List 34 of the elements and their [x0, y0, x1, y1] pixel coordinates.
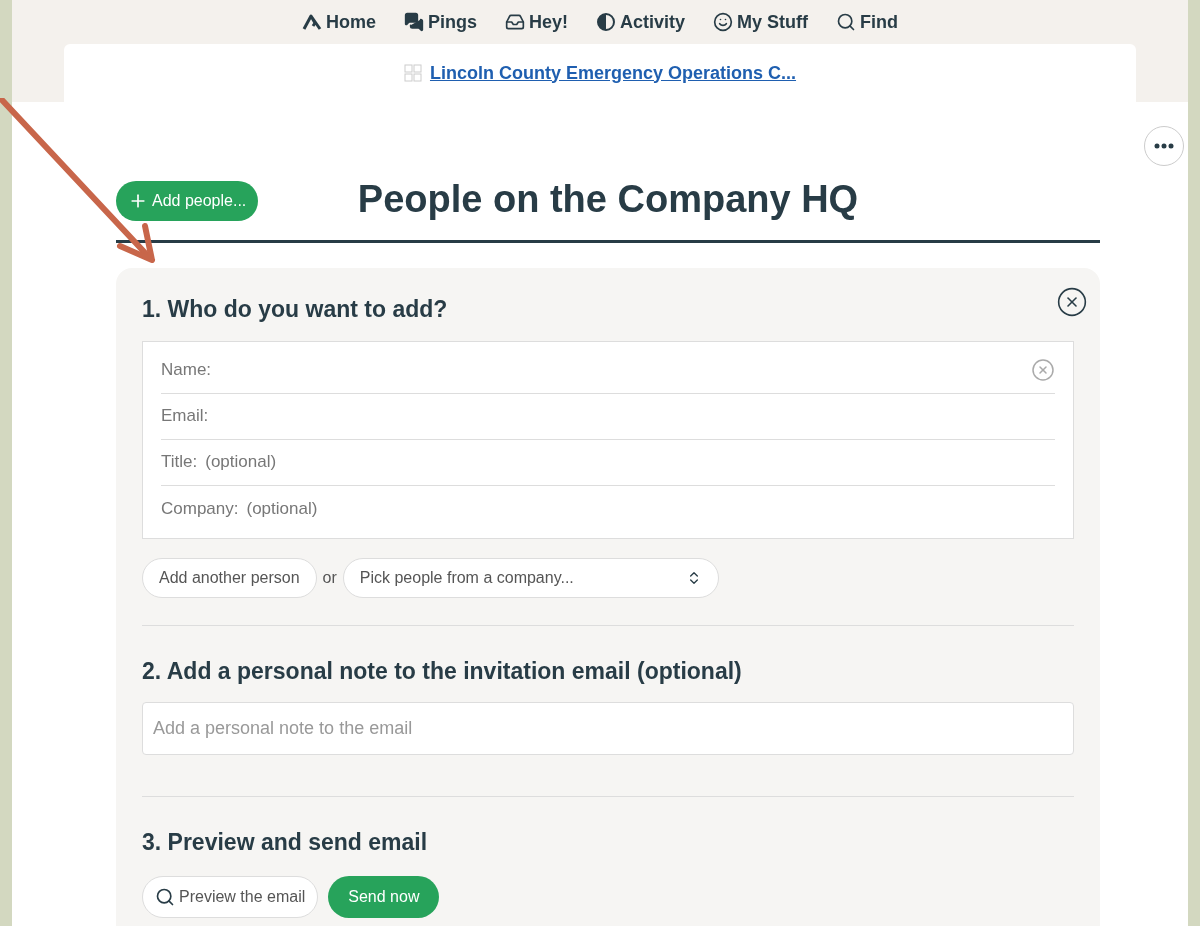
breadcrumb-link[interactable]: Lincoln County Emergency Operations C...	[429, 59, 797, 87]
section-heading: 3. Preview and send email	[142, 828, 429, 857]
close-icon	[1056, 286, 1088, 318]
inbox-icon	[505, 12, 525, 32]
more-button[interactable]	[1144, 126, 1184, 166]
input-field[interactable]: (optional)	[246, 495, 1055, 522]
nav-link[interactable]: Find	[836, 8, 899, 36]
field-label: Name:	[161, 359, 212, 382]
preview-button[interactable]: Preview the email	[142, 875, 319, 918]
search-icon	[836, 12, 857, 32]
company-picker[interactable]: Pick people from a company...	[342, 557, 719, 598]
page-title: People on the Company HQ	[357, 177, 859, 222]
or-text: or	[322, 567, 337, 588]
nav-link[interactable]: Hey!	[505, 8, 568, 36]
smiley-icon	[713, 12, 734, 32]
section-heading: 1. Who do you want to add?	[142, 295, 449, 324]
half-circle-icon	[596, 12, 616, 32]
mountain-icon	[301, 12, 322, 32]
add-another-button[interactable]: Add another person	[142, 557, 317, 598]
field-label: Title:	[161, 451, 198, 474]
more-icon	[1154, 143, 1174, 149]
input-field[interactable]: (optional)	[205, 449, 1055, 475]
nav-link[interactable]: Home	[301, 8, 376, 36]
nav-link[interactable]: Activity	[596, 8, 686, 36]
search-icon	[155, 886, 175, 907]
field-label: Email:	[161, 405, 209, 428]
nav-link[interactable]: My Stuff	[713, 8, 809, 36]
note-field[interactable]: Add a personal note to the email	[142, 702, 1074, 755]
field-label: Company:	[161, 497, 239, 520]
grid-icon	[403, 64, 422, 82]
section-heading: 2. Add a personal note to the invitation email (optional)	[142, 656, 743, 686]
close-button[interactable]	[1056, 286, 1088, 318]
nav-link[interactable]: Pings	[403, 8, 477, 36]
chat-bubbles-icon	[403, 12, 424, 32]
